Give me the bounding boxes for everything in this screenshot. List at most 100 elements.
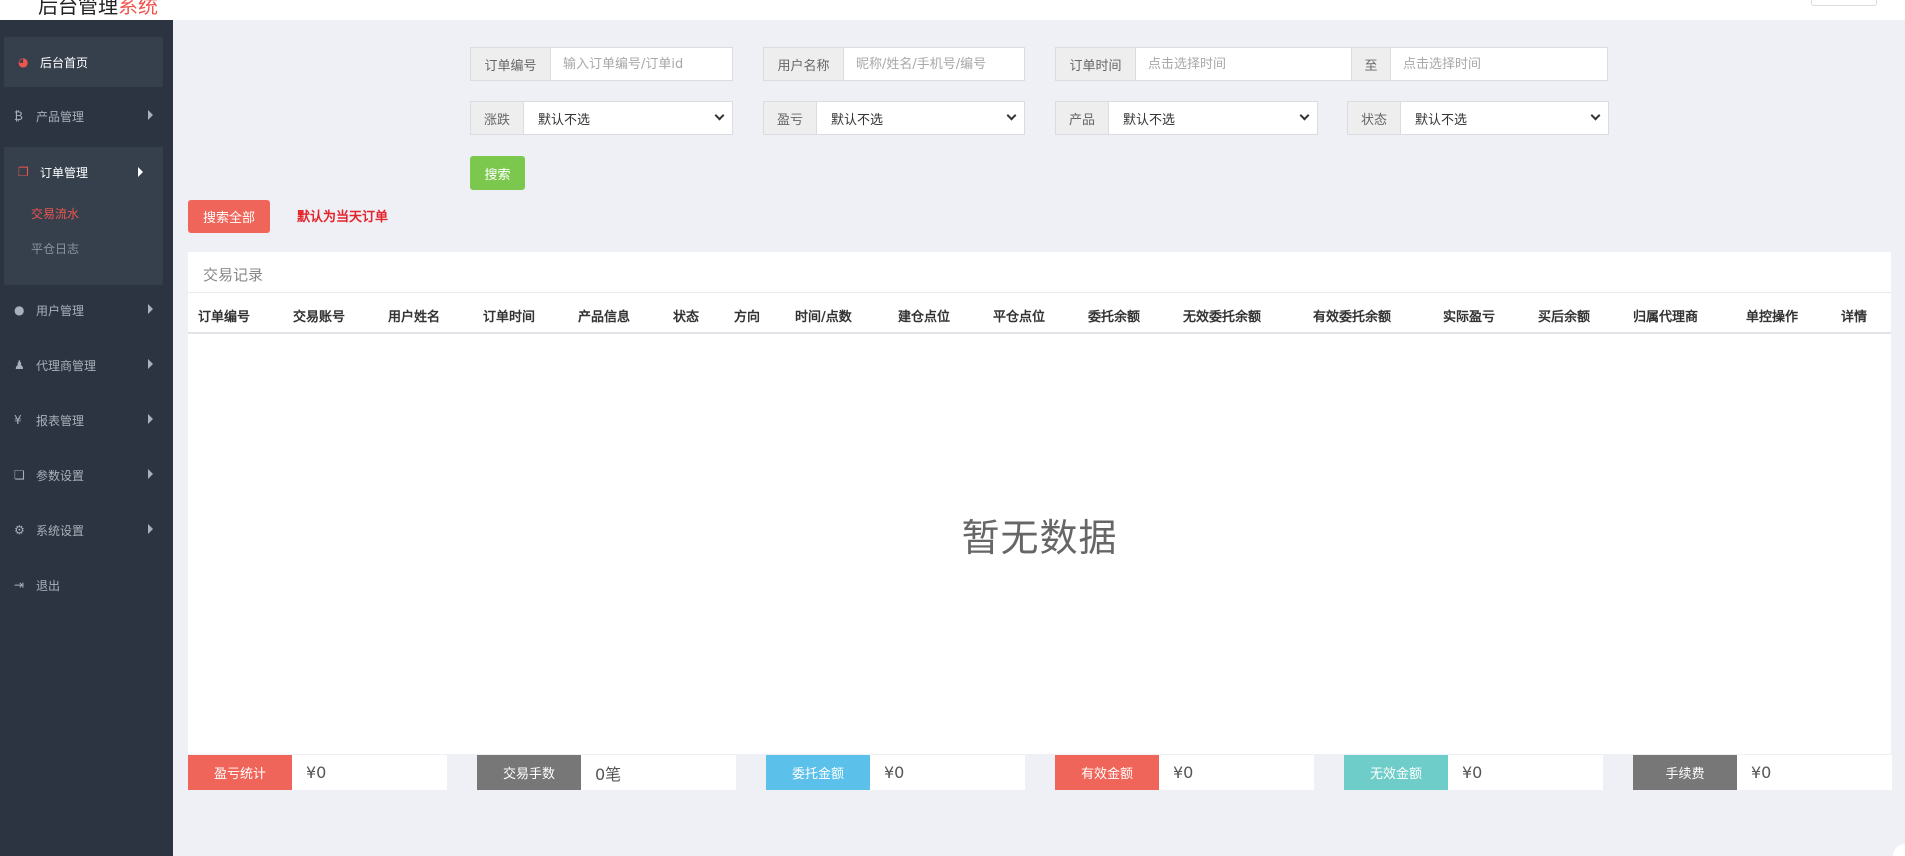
order-time-start-input[interactable]	[1136, 48, 1351, 80]
user-icon: ●	[14, 303, 25, 317]
column-header[interactable]: 订单编号	[198, 306, 250, 325]
user-name-filter: 用户名称	[763, 47, 1025, 81]
gears-icon: ⚙	[14, 523, 25, 537]
profit-loss-select[interactable]: 默认不选	[817, 102, 1024, 134]
signout-icon: ⇥	[14, 578, 25, 592]
order-time-filter: 订单时间 至	[1055, 47, 1608, 81]
stat-value: ¥0	[1448, 755, 1603, 790]
sidebar-item-orders[interactable]: ❐ 订单管理	[4, 147, 163, 197]
rise-fall-label: 涨跌	[471, 102, 524, 134]
search-all-button[interactable]: 搜索全部	[188, 200, 270, 233]
column-header[interactable]: 方向	[734, 306, 760, 325]
status-filter: 状态 默认不选	[1347, 101, 1609, 135]
sidebar: ◕ 后台首页 ₿ 产品管理 ❐ 订单管理 交易流水 平仓日志 ● 用户管理 ♟ …	[0, 20, 173, 856]
status-value: 默认不选	[1415, 112, 1468, 128]
column-header[interactable]: 委托余额	[1088, 306, 1140, 325]
stat-value: ¥0	[292, 755, 447, 790]
chevron-right-icon	[148, 304, 153, 314]
column-header[interactable]: 无效委托余额	[1183, 306, 1261, 325]
chevron-right-icon	[148, 469, 153, 479]
top-right-button[interactable]	[1811, 0, 1877, 6]
column-header[interactable]: 详情	[1841, 306, 1867, 325]
stat-fee: 手续费 ¥0	[1633, 755, 1892, 790]
order-time-label: 订单时间	[1056, 48, 1136, 80]
bitcoin-icon: ₿	[14, 109, 23, 123]
chevron-right-icon	[148, 414, 153, 424]
brand-suffix: 系统	[118, 0, 158, 18]
order-time-end-input[interactable]	[1391, 48, 1607, 80]
stat-value: 0笔	[581, 755, 736, 790]
stat-label: 无效金额	[1344, 755, 1448, 790]
chevron-down-icon	[1590, 110, 1601, 121]
sidebar-item-label: 后台首页	[40, 55, 89, 70]
column-header[interactable]: 平仓点位	[993, 306, 1045, 325]
order-no-filter: 订单编号	[470, 47, 733, 81]
stat-trade-lots: 交易手数 0笔	[477, 755, 736, 790]
status-label: 状态	[1348, 102, 1401, 134]
column-header[interactable]: 归属代理商	[1633, 306, 1698, 325]
profit-loss-value: 默认不选	[831, 112, 884, 128]
search-button[interactable]: 搜索	[470, 156, 525, 190]
sidebar-item-params[interactable]: ❏ 参数设置	[0, 455, 173, 495]
chevron-down-icon	[1006, 110, 1017, 121]
order-no-label: 订单编号	[471, 48, 551, 80]
stat-invalid-amount: 无效金额 ¥0	[1344, 755, 1603, 790]
chevron-right-icon	[148, 524, 153, 534]
sidebar-item-label: 代理商管理	[36, 358, 97, 373]
stat-entrusted-amount: 委托金额 ¥0	[766, 755, 1025, 790]
sidebar-item-label: 系统设置	[36, 523, 85, 538]
sidebar-item-products[interactable]: ₿ 产品管理	[0, 96, 173, 136]
order-time-to-label: 至	[1351, 48, 1391, 80]
stat-label: 有效金额	[1055, 755, 1159, 790]
product-value: 默认不选	[1123, 112, 1176, 128]
profit-loss-filter: 盈亏 默认不选	[763, 101, 1025, 135]
sidebar-item-reports[interactable]: ¥ 报表管理	[0, 400, 173, 440]
product-filter: 产品 默认不选	[1055, 101, 1318, 135]
column-header[interactable]: 有效委托余额	[1313, 306, 1391, 325]
stat-value: ¥0	[1737, 755, 1892, 790]
column-header[interactable]: 单控操作	[1746, 306, 1798, 325]
chevron-down-icon	[714, 110, 725, 121]
profit-loss-label: 盈亏	[764, 102, 817, 134]
sidebar-subitem-trade-flow[interactable]: 交易流水	[31, 205, 79, 222]
empty-state-text: 暂无数据	[961, 516, 1118, 560]
sidebar-item-agents[interactable]: ♟ 代理商管理	[0, 345, 173, 385]
sidebar-item-logout[interactable]: ⇥ 退出	[0, 565, 173, 605]
stat-valid-amount: 有效金额 ¥0	[1055, 755, 1314, 790]
files-icon: ❏	[14, 468, 25, 482]
column-header[interactable]: 产品信息	[578, 306, 630, 325]
column-header[interactable]: 订单时间	[483, 306, 535, 325]
sidebar-item-home[interactable]: ◕ 后台首页	[4, 37, 163, 87]
sidebar-item-label: 退出	[36, 578, 61, 593]
product-select[interactable]: 默认不选	[1109, 102, 1317, 134]
chevron-right-icon	[148, 359, 153, 369]
rise-fall-select[interactable]: 默认不选	[524, 102, 732, 134]
main-content: 订单编号 用户名称 订单时间 至 涨跌 默认不选 盈亏 默认不选 产品 默认不选…	[173, 20, 1905, 856]
column-header[interactable]: 建仓点位	[898, 306, 950, 325]
column-header[interactable]: 时间/点数	[795, 306, 852, 325]
rise-fall-filter: 涨跌 默认不选	[470, 101, 733, 135]
column-header[interactable]: 用户姓名	[388, 306, 440, 325]
column-header[interactable]: 交易账号	[293, 306, 345, 325]
sidebar-item-users[interactable]: ● 用户管理	[0, 290, 173, 330]
sidebar-item-system[interactable]: ⚙ 系统设置	[0, 510, 173, 550]
status-select[interactable]: 默认不选	[1401, 102, 1608, 134]
user-name-label: 用户名称	[764, 48, 844, 80]
yen-icon: ¥	[14, 413, 22, 427]
dashboard-icon: ◕	[18, 55, 29, 69]
copy-icon: ❐	[18, 165, 29, 179]
stat-label: 交易手数	[477, 755, 581, 790]
chevron-right-icon	[138, 167, 143, 177]
chevron-right-icon	[148, 110, 153, 120]
column-header[interactable]: 实际盈亏	[1443, 306, 1495, 325]
column-header[interactable]: 状态	[673, 306, 699, 325]
column-header[interactable]: 买后余额	[1538, 306, 1590, 325]
user-name-input[interactable]	[844, 48, 1024, 80]
rise-fall-value: 默认不选	[538, 112, 591, 128]
product-label: 产品	[1056, 102, 1109, 134]
brand-title: 后台管理系统	[38, 0, 158, 19]
stat-profit-loss: 盈亏统计 ¥0	[188, 755, 447, 790]
sidebar-subitem-close-log[interactable]: 平仓日志	[31, 240, 79, 257]
order-no-input[interactable]	[551, 48, 732, 80]
stat-label: 手续费	[1633, 755, 1737, 790]
